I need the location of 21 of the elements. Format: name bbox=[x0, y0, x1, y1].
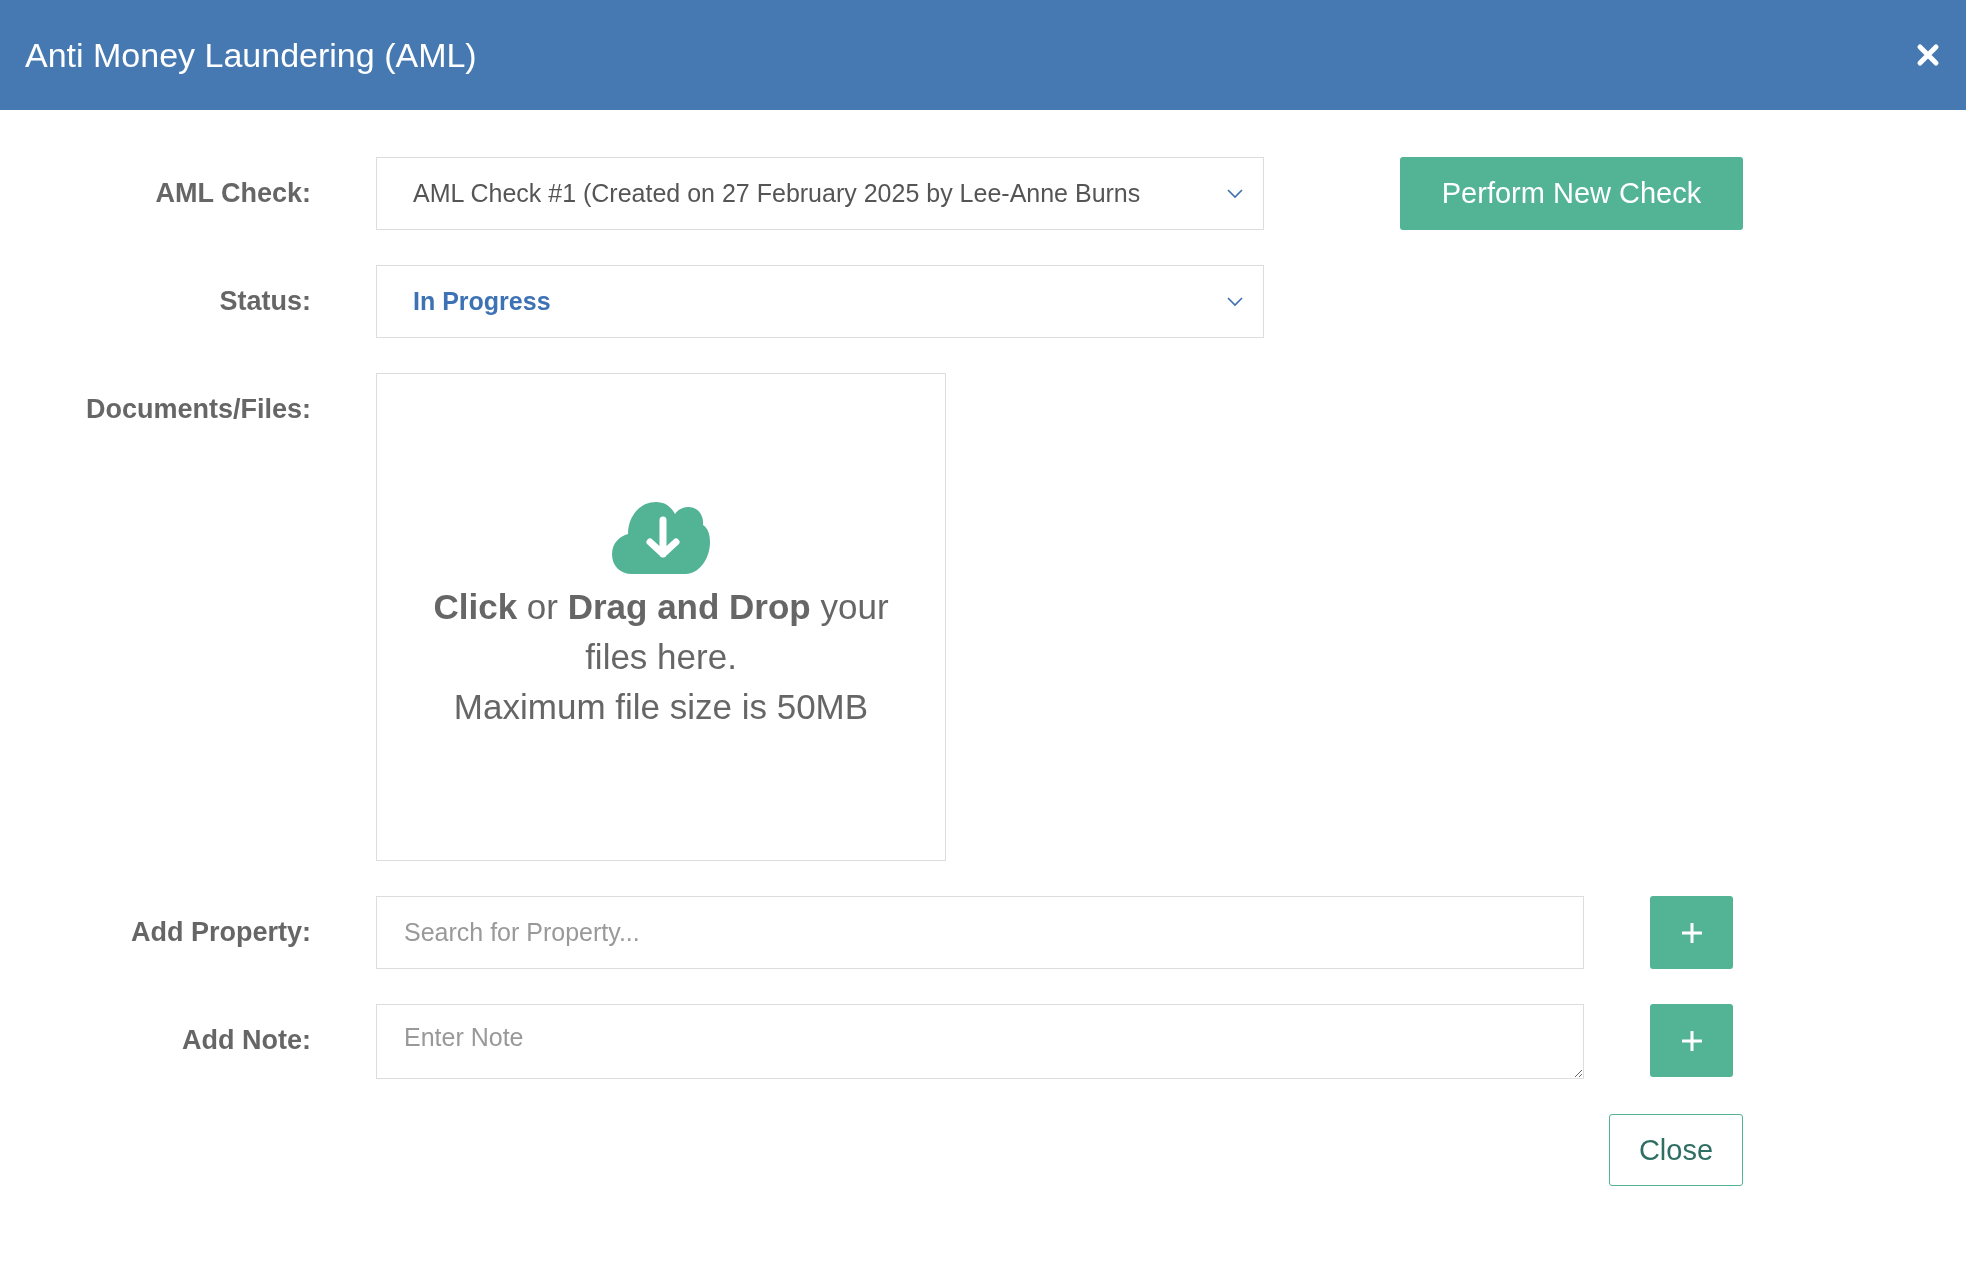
plus-icon bbox=[1679, 1028, 1704, 1053]
field-label: Status: bbox=[218, 285, 312, 318]
chevron-icon bbox=[1227, 296, 1243, 307]
drop-instructions: Click or Drag and Drop your files here. bbox=[432, 586, 890, 678]
chevron-icon bbox=[1227, 188, 1243, 199]
dialog-title: Anti Money Laundering (AML) bbox=[25, 35, 477, 75]
plus-icon bbox=[1679, 920, 1704, 945]
property-search-field[interactable]: Search for Property... bbox=[376, 896, 1584, 969]
add-button[interactable] bbox=[1650, 896, 1733, 969]
field-label: Documents/Files: bbox=[84, 393, 312, 426]
check-dropdown[interactable]: AML Check #1 (Created on 27 February 2025 by Lee-Anne Burns bbox=[376, 157, 1264, 230]
note-field[interactable]: Enter Note bbox=[376, 1004, 1584, 1079]
close-icon[interactable] bbox=[1916, 43, 1940, 67]
file-drop-zone[interactable]: Click or Drag and Drop your files here. Maximum file size is 50MB bbox=[376, 373, 946, 861]
field-label: AML Check: bbox=[154, 177, 312, 210]
status-dropdown[interactable]: In Progress bbox=[376, 265, 1264, 338]
add-button[interactable] bbox=[1650, 1004, 1733, 1077]
file-size-limit: Maximum file size is 50MB bbox=[453, 686, 869, 728]
close-button[interactable]: Close bbox=[1609, 1114, 1743, 1186]
field-label: Add Note: bbox=[181, 1024, 312, 1057]
field-label: Add Property: bbox=[130, 916, 312, 949]
